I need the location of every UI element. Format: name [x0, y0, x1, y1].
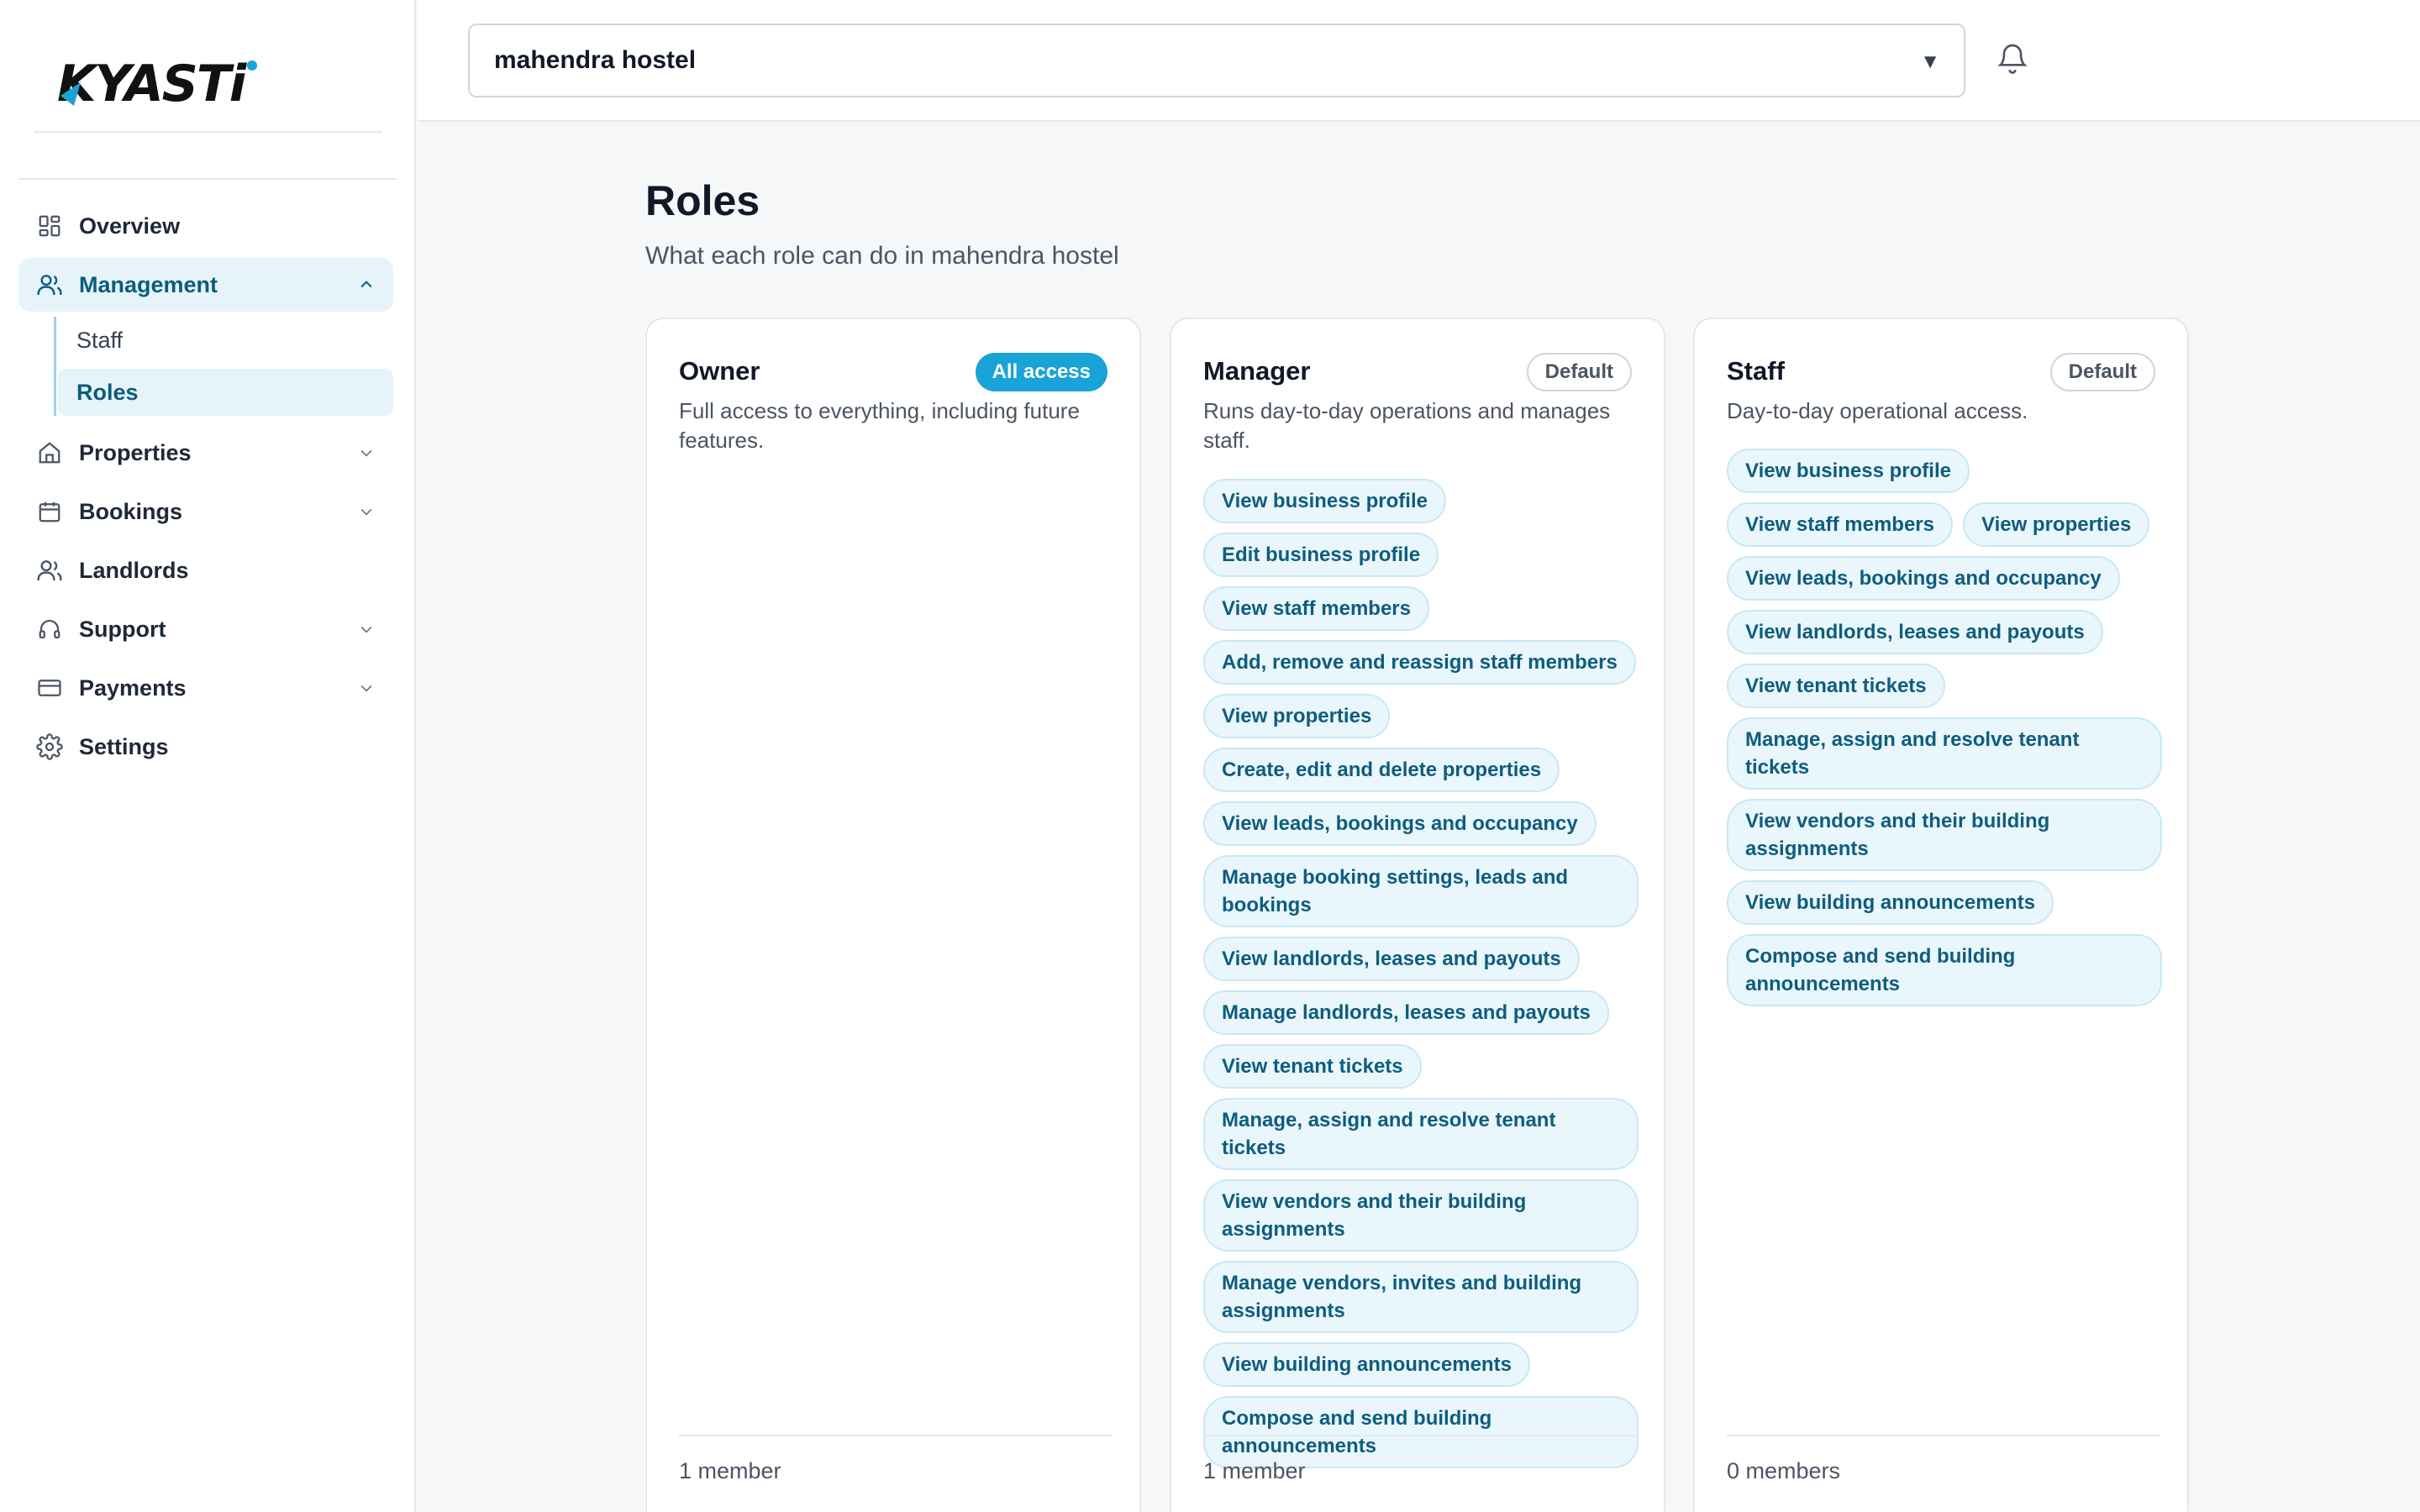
sidebar-item-overview[interactable]: Overview	[18, 199, 393, 253]
permission-chip: View properties	[1203, 694, 1391, 738]
permission-chip: View vendors and their building assignme…	[1203, 1179, 1639, 1252]
property-select[interactable]: mahendra hostel ▼	[468, 24, 1965, 97]
role-badge: Default	[1526, 353, 1632, 391]
logo-area: KYASTi	[34, 34, 382, 133]
chevron-down-icon[interactable]	[356, 501, 376, 522]
sidebar-nav: Overview Management Staff Roles Properti…	[18, 199, 393, 779]
role-badge: All access	[975, 353, 1107, 391]
page-subtitle: What each role can do in mahendra hostel	[645, 242, 1119, 270]
permission-chip: Manage vendors, invites and building ass…	[1203, 1261, 1639, 1333]
sidebar-item-properties[interactable]: Properties	[18, 426, 393, 480]
users-icon	[35, 556, 64, 585]
role-description: Runs day-to-day operations and manages s…	[1203, 398, 1611, 453]
property-select-value: mahendra hostel	[494, 46, 697, 74]
sidebar-item-label: Support	[79, 616, 166, 642]
role-description: Day-to-day operational access.	[1727, 398, 2028, 423]
permission-chip: View leads, bookings and occupancy	[1203, 801, 1597, 846]
management-subnav: Staff Roles	[54, 317, 393, 416]
page-title: Roles	[645, 177, 760, 224]
sidebar-item-label: Landlords	[79, 557, 189, 583]
permission-chip: View staff members	[1203, 586, 1429, 631]
headset-icon	[35, 615, 64, 643]
sidebar-item-label: Settings	[79, 733, 169, 759]
role-badge: Default	[2049, 353, 2155, 391]
sidebar-divider	[18, 178, 397, 180]
sidebar-item-label: Properties	[79, 439, 192, 465]
gear-icon	[35, 732, 64, 761]
sidebar-item-management[interactable]: Management	[18, 258, 393, 312]
sidebar-item-settings[interactable]: Settings	[18, 720, 393, 774]
sidebar-item-label: Payments	[79, 675, 187, 701]
permission-chip: Create, edit and delete properties	[1203, 748, 1560, 792]
sidebar-item-label: Overview	[79, 213, 181, 239]
permission-chip: View tenant tickets	[1203, 1044, 1422, 1089]
role-member-count: 1 member	[1203, 1458, 1306, 1483]
svg-text:KYASTi: KYASTi	[57, 57, 248, 109]
role-card-owner: Owner All access Full access to everythi…	[645, 318, 1141, 1512]
sidebar-item-landlords[interactable]: Landlords	[18, 543, 393, 597]
card-divider	[1203, 1435, 1637, 1436]
top-bar: mahendra hostel ▼	[418, 0, 2420, 122]
permission-chip: Edit business profile	[1203, 533, 1439, 577]
permission-chip: View staff members	[1727, 502, 1953, 547]
sidebar-item-label: Management	[79, 271, 218, 297]
sidebar-item-label: Bookings	[79, 498, 183, 524]
role-card-staff: Staff Default Day-to-day operational acc…	[1693, 318, 2189, 1512]
sidebar-subitem-staff[interactable]: Staff	[58, 317, 393, 364]
permission-chip: View landlords, leases and payouts	[1203, 937, 1580, 981]
role-name: Staff	[1727, 356, 1785, 386]
credit-card-icon	[35, 674, 64, 702]
role-member-count: 0 members	[1727, 1458, 1841, 1483]
bell-icon[interactable]	[1996, 39, 2033, 81]
role-member-count: 1 member	[679, 1458, 781, 1483]
permission-chip: View building announcements	[1203, 1342, 1530, 1387]
home-icon	[35, 438, 64, 467]
permission-chip: View business profile	[1203, 479, 1446, 523]
chevron-up-icon[interactable]	[356, 275, 376, 295]
permission-chip: Manage booking settings, leads and booki…	[1203, 855, 1639, 927]
calendar-icon	[35, 497, 64, 526]
role-description: Full access to everything, including fut…	[679, 398, 1080, 453]
card-divider	[1727, 1435, 2160, 1436]
dropdown-arrow-icon: ▼	[1920, 50, 1940, 73]
kyasti-logo[interactable]: KYASTi	[57, 57, 267, 109]
sidebar: KYASTi Overview Management Staff Roles P…	[0, 0, 416, 1512]
role-name: Owner	[679, 356, 760, 386]
permission-chip: View tenant tickets	[1727, 664, 1945, 708]
permission-list: View business profile Edit business prof…	[1203, 479, 1639, 1468]
permission-chip: Manage, assign and resolve tenant ticket…	[1727, 717, 2162, 790]
chevron-down-icon[interactable]	[356, 619, 376, 639]
sidebar-item-support[interactable]: Support	[18, 602, 393, 656]
permission-list: View business profile View staff members…	[1727, 449, 2162, 1006]
permission-chip: Manage landlords, leases and payouts	[1203, 990, 1609, 1035]
chevron-down-icon[interactable]	[356, 678, 376, 698]
grid-icon	[35, 212, 64, 240]
permission-chip: Add, remove and reassign staff members	[1203, 640, 1636, 685]
permission-chip: View properties	[1963, 502, 2150, 547]
card-divider	[679, 1435, 1113, 1436]
sidebar-item-payments[interactable]: Payments	[18, 661, 393, 715]
permission-chip: View building announcements	[1727, 880, 2054, 925]
permission-chip: Compose and send building announcements	[1727, 934, 2162, 1006]
role-card-manager: Manager Default Runs day-to-day operatio…	[1170, 318, 1665, 1512]
role-name: Manager	[1203, 356, 1311, 386]
permission-chip: View leads, bookings and occupancy	[1727, 556, 2120, 601]
permission-chip: View business profile	[1727, 449, 1970, 493]
sidebar-subitem-roles[interactable]: Roles	[58, 369, 393, 416]
users-icon	[35, 270, 64, 299]
permission-chip: View vendors and their building assignme…	[1727, 799, 2162, 871]
permission-chip: View landlords, leases and payouts	[1727, 610, 2103, 654]
permission-chip: Manage, assign and resolve tenant ticket…	[1203, 1098, 1639, 1170]
sidebar-item-bookings[interactable]: Bookings	[18, 485, 393, 538]
chevron-down-icon[interactable]	[356, 443, 376, 463]
